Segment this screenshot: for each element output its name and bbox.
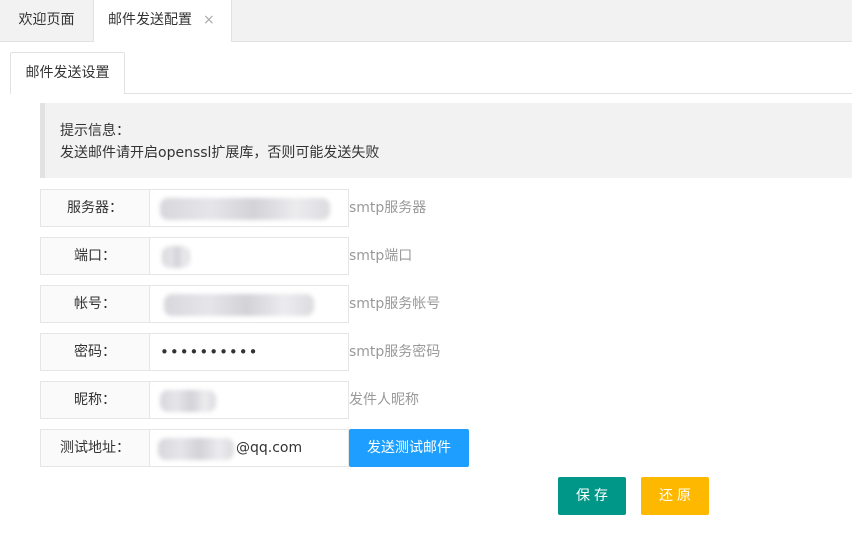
nickname-input[interactable] xyxy=(149,381,349,419)
tab-mail-config[interactable]: 邮件发送配置 × xyxy=(93,0,232,42)
port-input[interactable] xyxy=(149,237,349,275)
redacted-value xyxy=(158,438,234,460)
top-tab-bar: 欢迎页面 邮件发送配置 × xyxy=(0,0,852,42)
port-label: 端口： xyxy=(40,237,150,275)
redacted-value xyxy=(162,246,190,268)
close-icon[interactable]: × xyxy=(203,0,215,41)
send-test-mail-button[interactable]: 发送测试邮件 xyxy=(349,429,469,467)
password-input[interactable]: •••••••••• xyxy=(149,333,349,371)
server-label: 服务器： xyxy=(40,189,150,227)
test-address-domain: @qq.com xyxy=(236,440,303,456)
tab-mail-settings[interactable]: 邮件发送设置 xyxy=(10,52,125,94)
tab-mail-config-label: 邮件发送配置 xyxy=(108,12,192,28)
account-hint: smtp服务帐号 xyxy=(349,296,441,312)
tab-mail-settings-label: 邮件发送设置 xyxy=(25,65,110,81)
port-hint: smtp端口 xyxy=(349,248,413,264)
password-hint: smtp服务密码 xyxy=(349,344,441,360)
redacted-value xyxy=(160,198,330,220)
redacted-value xyxy=(164,294,314,316)
reset-button[interactable]: 还原 xyxy=(641,477,709,515)
password-label: 密码： xyxy=(40,333,150,371)
test-address-input[interactable]: @qq.com xyxy=(149,429,349,467)
settings-tab-bar: 邮件发送设置 xyxy=(10,52,852,94)
tab-welcome-label: 欢迎页面 xyxy=(18,12,75,28)
account-input[interactable] xyxy=(149,285,349,323)
tab-welcome[interactable]: 欢迎页面 xyxy=(0,0,93,41)
nickname-hint: 发件人昵称 xyxy=(349,392,419,408)
tip-title: 提示信息： xyxy=(60,123,130,139)
nickname-label: 昵称： xyxy=(40,381,150,419)
server-input[interactable] xyxy=(149,189,349,227)
server-hint: smtp服务器 xyxy=(349,200,427,216)
redacted-value xyxy=(160,390,216,412)
account-label: 帐号： xyxy=(40,285,150,323)
mail-config-page: 欢迎页面 邮件发送配置 × 邮件发送设置 提示信息： 发送邮件请开启openss… xyxy=(0,0,852,536)
test-address-label: 测试地址： xyxy=(40,429,150,467)
tip-box: 提示信息： 发送邮件请开启openssl扩展库，否则可能发送失败 xyxy=(40,103,852,178)
tip-message: 发送邮件请开启openssl扩展库，否则可能发送失败 xyxy=(60,145,380,161)
save-button[interactable]: 保存 xyxy=(558,477,626,515)
